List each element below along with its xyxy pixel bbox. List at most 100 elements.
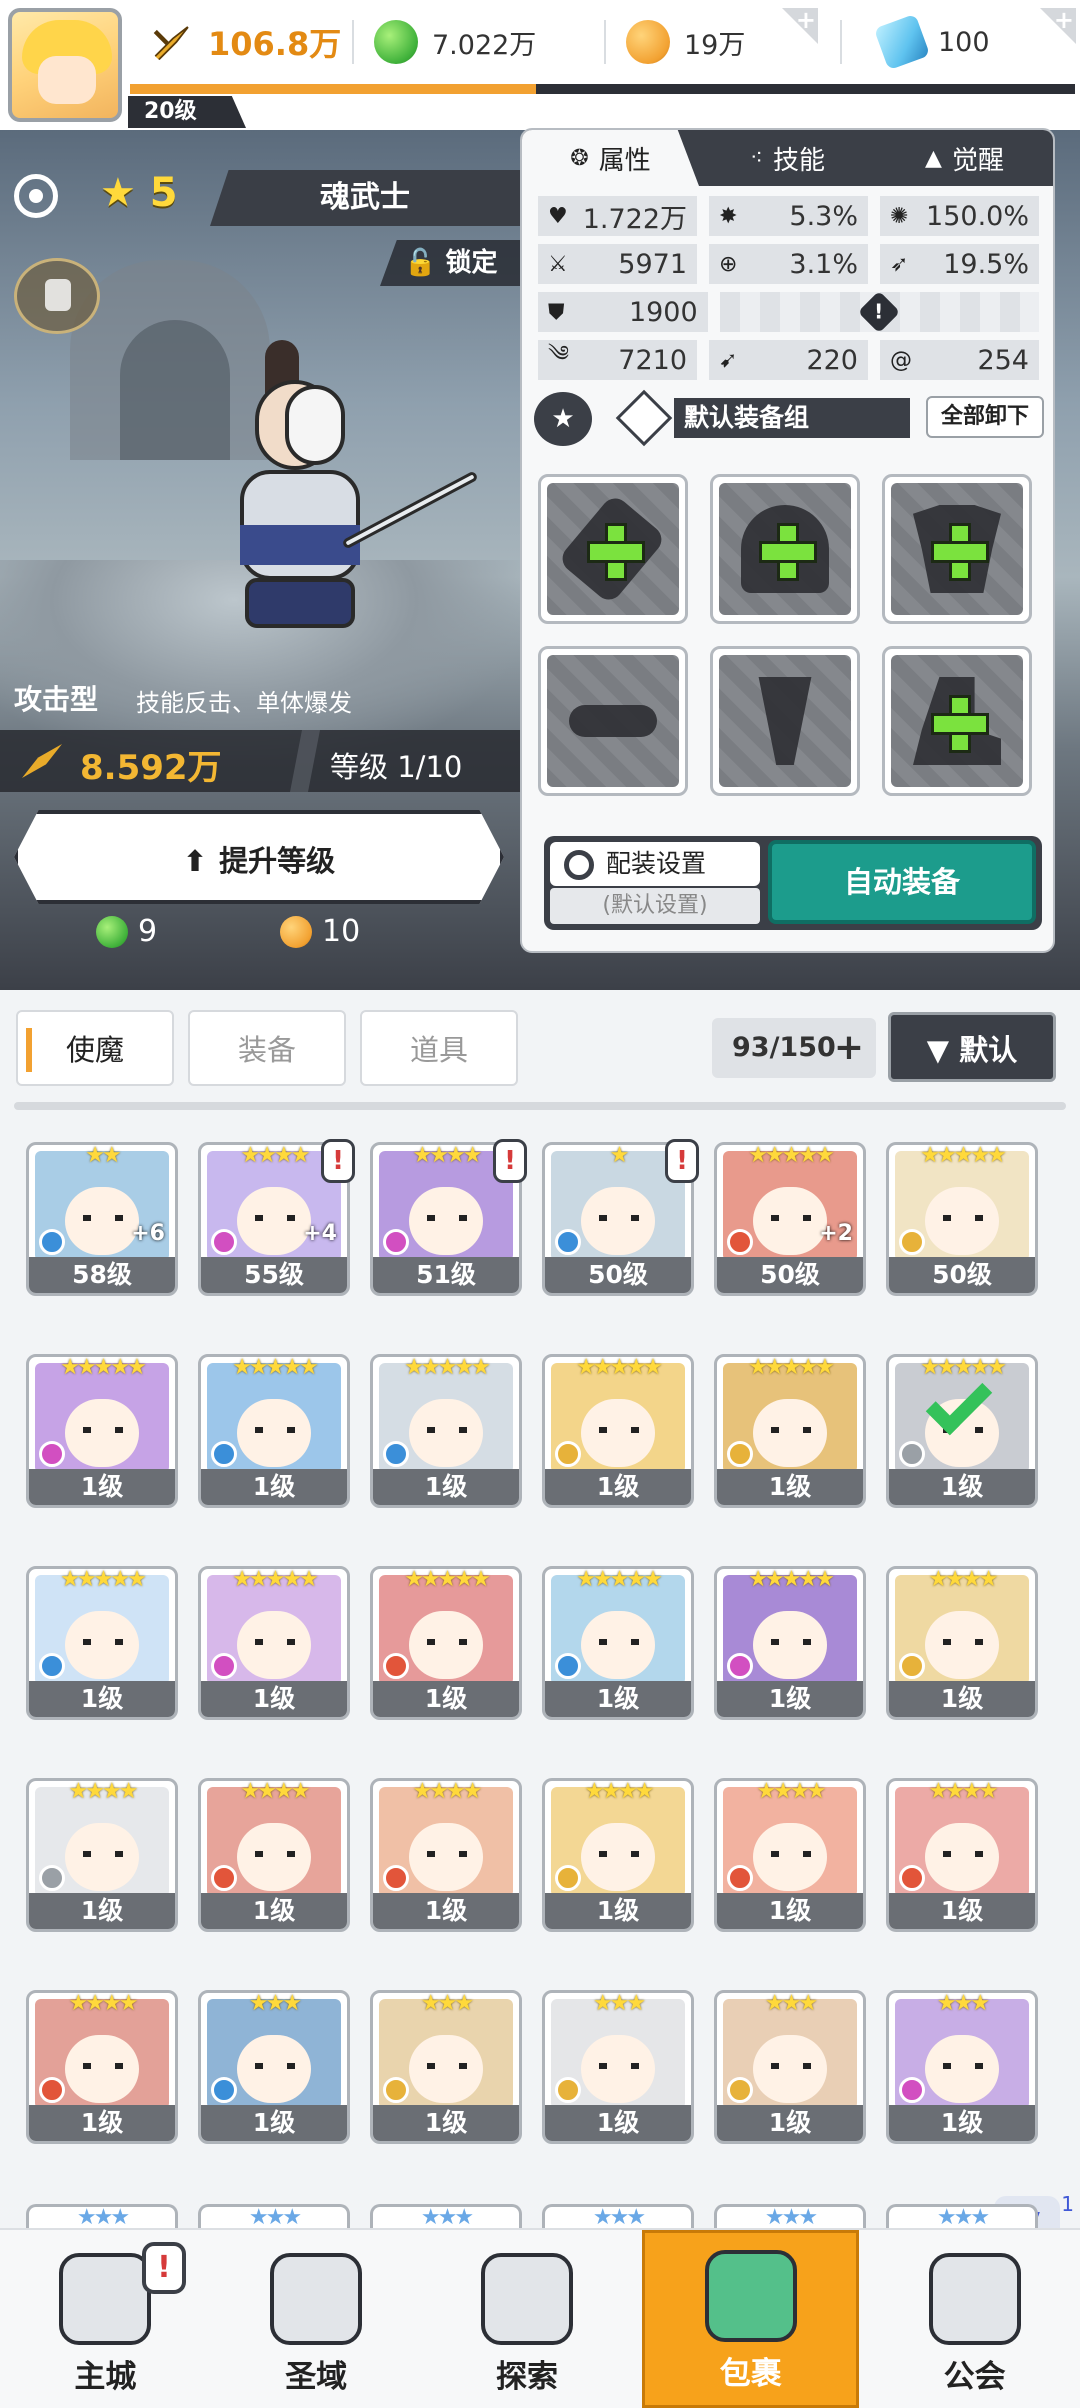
familiar-card[interactable]: ★★★★★ 1级 — [886, 1354, 1038, 1508]
tab-awaken[interactable]: ▲ 觉醒 — [876, 130, 1053, 186]
loadout-settings-button[interactable]: 配装设置 — [550, 842, 760, 886]
familiar-card[interactable]: ★★★★★ 1级 — [198, 1354, 350, 1508]
auto-equip-button[interactable]: 自动装备 — [768, 840, 1036, 924]
familiar-stars: ★★★ — [420, 1991, 474, 2016]
familiar-card[interactable]: ★★★ 1级 — [886, 1990, 1038, 2144]
upgrade-level-button[interactable]: ⬆ 提升等级 — [14, 810, 504, 904]
familiar-card[interactable]: ★★★★★ 1级 — [26, 1566, 178, 1720]
familiar-stars: ★★★★★ — [60, 1567, 147, 1592]
familiar-card[interactable]: ★★★★ 1级 — [26, 1778, 178, 1932]
settings-gear-icon[interactable] — [14, 174, 58, 218]
burst-icon: ✸ — [719, 203, 738, 229]
familiar-face — [753, 1187, 827, 1255]
tab-attributes[interactable]: ❂ 属性 — [522, 130, 699, 186]
equip-slot-necklace[interactable] — [710, 646, 860, 796]
player-avatar[interactable] — [8, 8, 122, 122]
stat-row: ༄ 7210 ➹ 220 @254 — [538, 340, 1039, 380]
loadout-bar: 配装设置 (默认设置) 自动装备 — [544, 836, 1042, 930]
familiar-card-partial[interactable]: ★★★ — [370, 2204, 522, 2230]
equip-slot-weapon[interactable] — [538, 474, 688, 624]
familiar-card[interactable]: ★★★ 1级 — [714, 1990, 866, 2144]
familiar-card[interactable]: ★★★★ 1级 — [886, 1778, 1038, 1932]
hero-character[interactable] — [185, 340, 479, 640]
familiar-card[interactable]: ★★★★ 1级 — [542, 1778, 694, 1932]
equip-slot-helmet[interactable] — [710, 474, 860, 624]
tab-items[interactable]: 道具 — [360, 1010, 518, 1086]
familiar-card[interactable]: ★★★ 1级 — [370, 1990, 522, 2144]
nav-item-3[interactable]: 包裹 — [642, 2230, 860, 2408]
nav-item-4[interactable]: 公会 — [869, 2230, 1080, 2408]
element-icon — [727, 1441, 753, 1467]
tab-label: 觉醒 — [951, 145, 1004, 176]
familiar-card[interactable]: ★★★★★ 1级 — [198, 1566, 350, 1720]
equip-slot-armor[interactable] — [882, 474, 1032, 624]
nav-item-2[interactable]: 探索 — [422, 2230, 633, 2408]
familiar-card[interactable]: ★! 50级 — [542, 1139, 699, 1296]
add-gold-button[interactable]: + — [782, 8, 818, 44]
familiar-card[interactable]: ★★★★ 1级 — [26, 1990, 178, 2144]
familiar-card[interactable]: ★★★★ 1级 — [714, 1778, 866, 1932]
familiar-card[interactable]: ★★★★ 1级 — [198, 1778, 350, 1932]
swap-icon[interactable] — [615, 389, 673, 447]
hero-info-panel: ❂ 属性 ⁖ 技能 ▲ 觉醒 ♥ 1.722万 ✸ 5.3% ✺ 150.0% ⚔ 5971 … — [520, 128, 1055, 953]
inventory-capacity[interactable]: 93/150 + — [712, 1018, 876, 1078]
tab-familiars[interactable]: 使魔 — [16, 1010, 174, 1086]
stat-row: ♥ 1.722万 ✸ 5.3% ✺ 150.0% — [538, 196, 1039, 236]
green-currency[interactable]: 7.022万 — [374, 14, 536, 70]
gem-currency[interactable]: 100 — [873, 13, 990, 71]
equip-slot-belt[interactable] — [538, 646, 688, 796]
familiar-level: 1级 — [373, 2105, 519, 2141]
element-icon — [383, 1229, 409, 1255]
divider — [14, 1102, 1066, 1110]
familiar-card[interactable]: ★★★★★ 1级 — [370, 1354, 522, 1508]
equipment-group-name[interactable]: 默认装备组 — [674, 398, 910, 438]
hero-sword — [341, 470, 479, 550]
nav-item-0[interactable]: 主城! — [0, 2230, 211, 2408]
familiar-eyes — [943, 1851, 983, 1857]
familiar-card-partial[interactable]: ★★★ — [26, 2204, 178, 2230]
familiar-card[interactable]: ★★★★★ 1级 — [542, 1566, 694, 1720]
unequip-all-button[interactable]: 全部卸下 — [926, 396, 1044, 438]
familiar-card[interactable]: ★★★★★ 1级 — [370, 1566, 522, 1720]
add-gem-button[interactable]: + — [1040, 8, 1076, 44]
nav-item-1[interactable]: 圣域 — [211, 2230, 422, 2408]
familiar-card-partial[interactable]: ★★★ — [198, 2204, 350, 2230]
familiar-card[interactable]: ★★★★★ 1级 — [714, 1354, 866, 1508]
familiar-card[interactable]: ★★★★ 1级 — [886, 1566, 1038, 1720]
hero-mask — [285, 385, 345, 465]
equip-slot-boots[interactable] — [882, 646, 1032, 796]
hero-type: 攻击型 — [14, 683, 99, 716]
lock-button[interactable]: 🔓 锁定 — [380, 240, 520, 286]
familiar-card[interactable]: ★★★★ 1级 — [370, 1778, 522, 1932]
hero-description: 技能反击、单体爆发 — [136, 689, 352, 717]
add-icon — [931, 523, 989, 581]
familiar-card[interactable]: ★★★ 1级 — [198, 1990, 350, 2144]
familiar-card-partial[interactable]: ★★★ — [714, 2204, 866, 2230]
nav-label: 包裹 — [719, 2356, 782, 2392]
alert-icon: ! — [321, 1139, 355, 1183]
familiar-card[interactable]: ★★★★★ 1级 — [26, 1354, 178, 1508]
familiar-card[interactable]: ★★★★★ 1级 — [542, 1354, 694, 1508]
sort-dropdown[interactable]: ▼ 默认 — [888, 1012, 1056, 1082]
familiar-card[interactable]: ★★★ 1级 — [542, 1990, 694, 2144]
tab-equipment[interactable]: 装备 — [188, 1010, 346, 1086]
skin-lock-icon[interactable] — [14, 258, 100, 334]
familiar-card-partial[interactable]: ★★★ — [542, 2204, 694, 2230]
stat-locked-slot[interactable]: ! — [719, 290, 1039, 334]
familiar-card[interactable]: ★★★★★ 1级 — [714, 1566, 866, 1720]
gold-currency[interactable]: 19万 — [626, 14, 745, 70]
familiar-card[interactable]: ★★★★★ +2 50级 — [714, 1142, 866, 1296]
familiar-card[interactable]: ★★ +6 58级 — [26, 1142, 178, 1296]
familiar-level: 1级 — [545, 1681, 691, 1717]
tab-skills[interactable]: ⁖ 技能 — [699, 130, 876, 186]
familiar-stars: ★★★★★ — [920, 1143, 1007, 1168]
familiar-card[interactable]: ★★★★! 51级 — [370, 1139, 527, 1296]
familiar-eyes — [943, 1215, 983, 1221]
hero-belt — [240, 525, 360, 565]
stat-defense: ⛊ 1900 — [538, 292, 708, 332]
familiar-card[interactable]: ★★★★★ 50级 — [886, 1142, 1038, 1296]
familiar-card[interactable]: ★★★★ +4! 55级 — [198, 1139, 355, 1296]
stat-b: @254 — [880, 340, 1039, 380]
familiar-card-partial[interactable]: ★★★ — [886, 2204, 1038, 2230]
stat-speed: ༄ 7210 — [538, 340, 697, 380]
